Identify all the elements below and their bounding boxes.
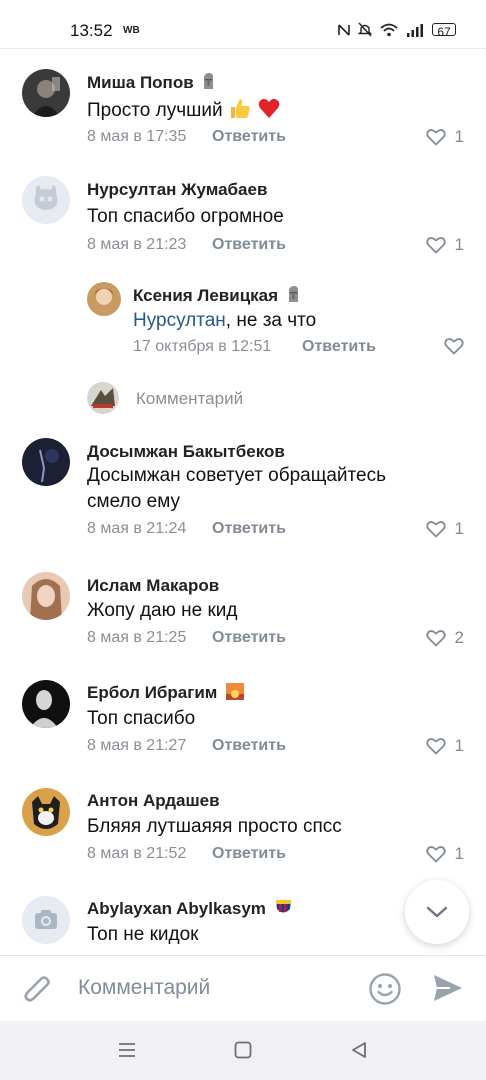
like-count: 1 (454, 235, 464, 254)
like-button[interactable]: 1 (425, 519, 464, 539)
reply-button[interactable]: Ответить (302, 338, 376, 356)
heart-outline-icon (444, 338, 464, 355)
like-button[interactable]: 1 (425, 235, 464, 255)
comment-date: 8 мая в 21:23 (87, 236, 187, 253)
nfc-icon (338, 23, 350, 36)
reply-button[interactable]: Ответить (212, 737, 286, 755)
avatar[interactable] (22, 680, 70, 728)
mute-icon (358, 22, 372, 37)
comment-author[interactable]: Abylayxan Abylkasym (87, 899, 292, 919)
like-button[interactable]: 2 (425, 628, 464, 648)
send-icon[interactable] (432, 973, 464, 1003)
avatar[interactable] (87, 282, 121, 316)
battery-icon: 67 (432, 23, 456, 39)
comment-date: 8 мая в 17:35 (87, 128, 187, 145)
reply-button[interactable]: Ответить (212, 128, 286, 146)
chevron-down-icon (426, 906, 448, 918)
avatar[interactable] (22, 896, 70, 944)
heart-outline-icon (425, 846, 446, 863)
comment-date: 8 мая в 21:27 (87, 737, 187, 754)
barcelona-crest-icon (275, 900, 291, 913)
like-count: 1 (454, 844, 464, 863)
own-avatar (87, 382, 119, 414)
reply-text: Нурсултан, не за что (133, 310, 317, 331)
scroll-down-button[interactable] (405, 880, 469, 944)
avatar[interactable] (22, 572, 70, 620)
red-heart-emoji-icon (258, 98, 280, 118)
comment-author[interactable]: Ербол Ибрагим (87, 683, 245, 703)
mention-link[interactable]: Нурсултан (133, 310, 226, 331)
like-count: 1 (454, 519, 464, 538)
like-button[interactable]: 1 (425, 844, 464, 864)
comments-list[interactable]: Миша Попов Просто лучший 8 мая в 17:35 О… (0, 49, 486, 955)
like-button[interactable]: 1 (425, 127, 464, 147)
comment-input-bar: Комментарий (0, 955, 486, 1021)
like-count: 1 (454, 127, 464, 146)
like-button[interactable]: 1 (425, 736, 464, 756)
wifi-icon (380, 23, 398, 36)
comment-text: Топ не кидок (87, 924, 199, 945)
reply-placeholder[interactable]: Комментарий (136, 389, 243, 409)
comment-author[interactable]: Миша Попов (87, 73, 215, 93)
comment-input[interactable]: Комментарий (78, 976, 210, 1000)
comment-text: Топ спасибо огромное (87, 206, 284, 227)
home-icon[interactable] (234, 1041, 252, 1059)
comment-author[interactable]: Досымжан Бакытбеков (87, 442, 285, 462)
status-icons: 67 (338, 22, 456, 39)
like-count: 2 (454, 628, 464, 647)
paperclip-icon[interactable] (22, 972, 54, 1006)
reply-button[interactable]: Ответить (212, 236, 286, 254)
avatar[interactable] (22, 788, 70, 836)
avatar[interactable] (22, 176, 70, 224)
heart-outline-icon (425, 738, 446, 755)
heart-outline-icon (425, 129, 446, 146)
comment-text: Топ спасибо (87, 708, 196, 729)
comment-date: 8 мая в 21:25 (87, 629, 187, 646)
sunrise-emoji-icon (226, 683, 245, 700)
heart-outline-icon (425, 237, 446, 254)
menu-icon[interactable] (118, 1041, 136, 1059)
comment-text: Бляяя лутшаяяя просто спсс (87, 816, 342, 837)
like-button[interactable] (444, 337, 464, 355)
carrier-badge: WB (123, 25, 140, 36)
comment-text-line2: смело ему (87, 491, 180, 512)
avatar[interactable] (22, 69, 70, 117)
back-icon[interactable] (350, 1041, 368, 1059)
comment-date: 8 мая в 21:24 (87, 520, 187, 537)
reply-button[interactable]: Ответить (212, 520, 286, 538)
comment-date: 8 мая в 21:52 (87, 845, 187, 862)
smile-icon[interactable] (368, 972, 402, 1006)
comment-author[interactable]: Ислам Макаров (87, 576, 219, 596)
reply-author[interactable]: Ксения Левицкая (133, 286, 300, 306)
comment-author[interactable]: Антон Ардашев (87, 791, 220, 811)
reply-button[interactable]: Ответить (212, 629, 286, 647)
heart-outline-icon (425, 630, 446, 647)
system-nav-bar (0, 1021, 486, 1080)
moai-emoji-icon (204, 73, 214, 89)
like-count: 1 (454, 736, 464, 755)
status-time: 13:52 (70, 21, 113, 40)
comment-text-line1: Досымжан советует обращайтесь (87, 465, 386, 486)
signal-icon (407, 23, 423, 37)
status-bar: 13:52 WB 67 (0, 0, 486, 48)
moai-emoji-icon (288, 286, 298, 302)
reply-button[interactable]: Ответить (212, 845, 286, 863)
avatar[interactable] (22, 438, 70, 486)
heart-outline-icon (425, 521, 446, 538)
comment-text: Жопу даю не кид (87, 600, 238, 621)
reply-date: 17 октября в 12:51 (133, 338, 272, 355)
comment-text: Просто лучший (87, 96, 281, 124)
screen: 13:52 WB 67 Миша Попов Просто лучший 8 м… (0, 0, 486, 1080)
comment-author[interactable]: Нурсултан Жумабаев (87, 180, 267, 200)
thumbs-up-emoji-icon (230, 99, 250, 118)
